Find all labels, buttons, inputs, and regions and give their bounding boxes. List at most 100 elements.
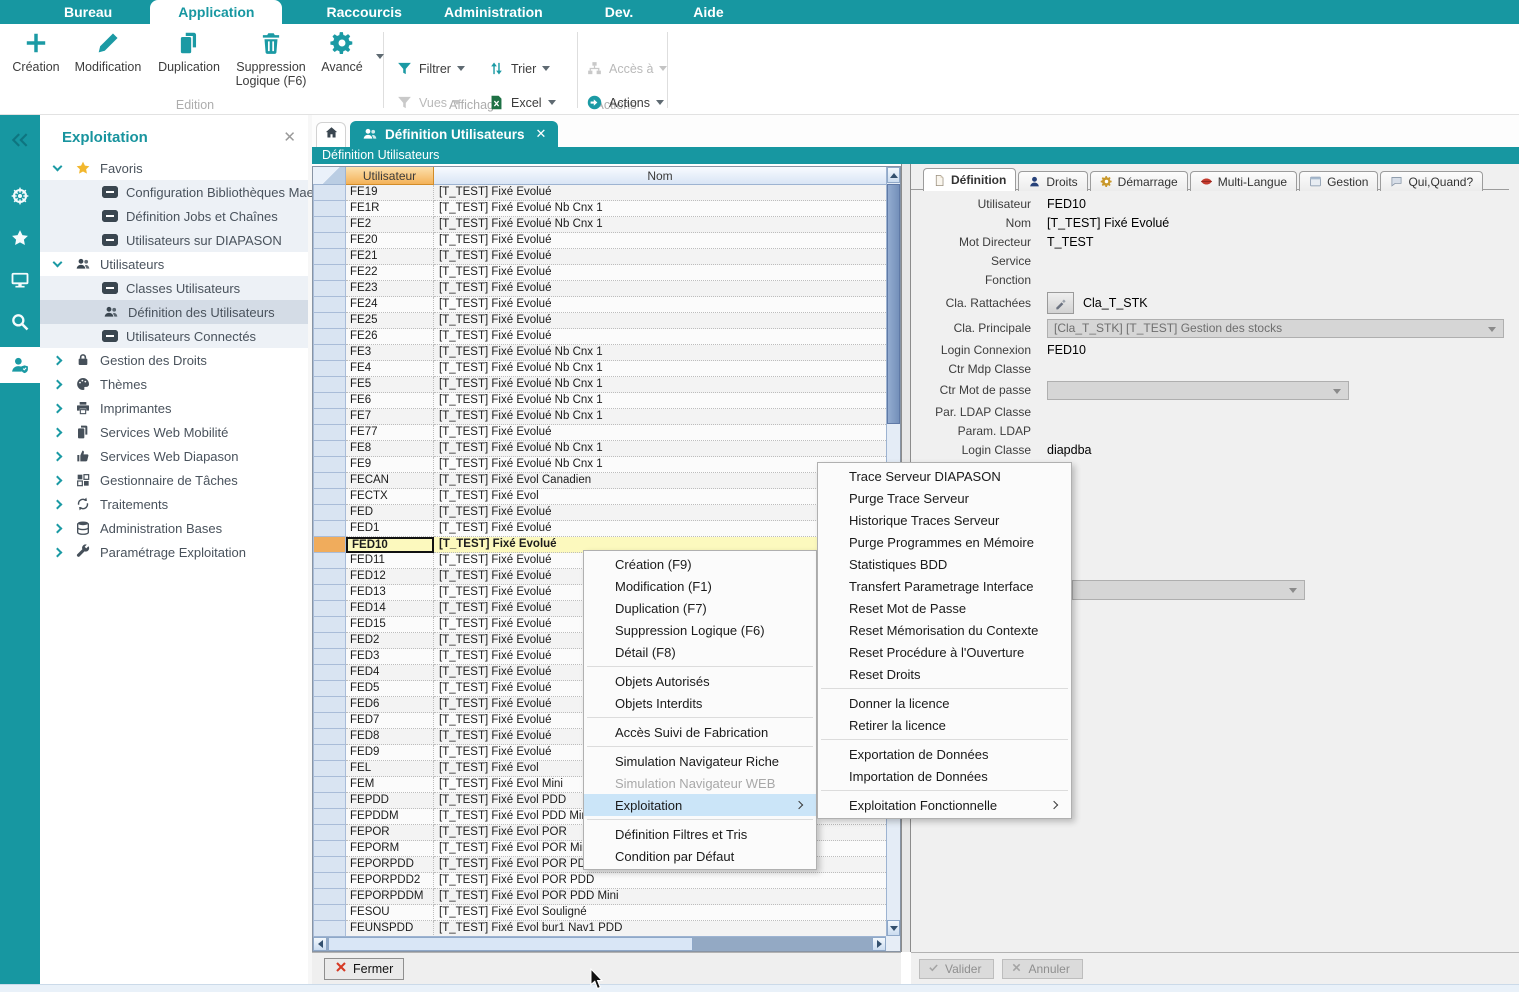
menu-item-statistiques-bdd[interactable]: Statistiques BDD [818, 553, 1071, 575]
sidebar-item-th-mes[interactable]: Thèmes [40, 372, 308, 396]
chevron-right-icon[interactable] [53, 475, 63, 485]
horizontal-scroll-thumb[interactable] [328, 937, 693, 951]
row-selector[interactable] [313, 777, 346, 793]
row-selector[interactable] [313, 521, 346, 537]
table-row[interactable]: FE3[T_TEST] Fixé Evolué Nb Cnx 1 [313, 345, 886, 361]
row-selector[interactable] [313, 537, 346, 553]
row-selector[interactable] [313, 217, 346, 233]
close-icon[interactable]: ✕ [536, 126, 547, 142]
row-selector[interactable] [313, 345, 346, 361]
menu-raccourcis[interactable]: Raccourcis [310, 0, 417, 24]
chevron-down-icon[interactable] [548, 100, 556, 105]
field-select[interactable]: [Cla_T_STK] [T_TEST] Gestion des stocks [1047, 319, 1504, 338]
menu-administration[interactable]: Administration [428, 0, 559, 24]
menu-item-simulation-navigateur-riche[interactable]: Simulation Navigateur Riche [584, 750, 816, 772]
menu-item-reset-m-morisation-du-contexte[interactable]: Reset Mémorisation du Contexte [818, 619, 1071, 641]
row-selector[interactable] [313, 761, 346, 777]
row-selector[interactable] [313, 665, 346, 681]
table-row[interactable]: FE22[T_TEST] Fixé Evolué [313, 265, 886, 281]
ribbon-trash-button[interactable]: Suppression Logique (F6) [228, 30, 314, 88]
sidebar-item-utilisateurs-connect-s[interactable]: Utilisateurs Connectés [40, 324, 308, 348]
tab-d-marrage[interactable]: Démarrage [1090, 171, 1188, 191]
row-selector[interactable] [313, 185, 346, 201]
sidebar-item-configuration-biblioth-ques-maestro[interactable]: Configuration Bibliothèques Maestro [40, 180, 308, 204]
table-row[interactable]: FE5[T_TEST] Fixé Evolué Nb Cnx 1 [313, 377, 886, 393]
menu-item-simulation-navigateur-web[interactable]: Simulation Navigateur WEB [584, 772, 816, 794]
table-row[interactable]: FE26[T_TEST] Fixé Evolué [313, 329, 886, 345]
row-selector[interactable] [313, 617, 346, 633]
sidebar-item-traitements[interactable]: Traitements [40, 492, 308, 516]
table-row[interactable]: FED[T_TEST] Fixé Evolué [313, 505, 886, 521]
rail-usershield-icon[interactable] [0, 347, 40, 383]
row-selector[interactable] [313, 505, 346, 521]
sidebar-item-param-trage-exploitation[interactable]: Paramétrage Exploitation [40, 540, 308, 564]
tab-definition-utilisateurs[interactable]: Définition Utilisateurs ✕ [350, 121, 558, 147]
row-selector[interactable] [313, 633, 346, 649]
menu-item-suppression-logique-f6-[interactable]: Suppression Logique (F6) [584, 619, 816, 641]
sidebar-item-administration-bases[interactable]: Administration Bases [40, 516, 308, 540]
sidebar-item-d-finition-jobs-et-cha-nes[interactable]: Définition Jobs et Chaînes [40, 204, 308, 228]
menu-item-importation-de-donn-es[interactable]: Importation de Données [818, 765, 1071, 787]
sidebar-item-imprimantes[interactable]: Imprimantes [40, 396, 308, 420]
menu-item-d-finition-filtres-et-tris[interactable]: Définition Filtres et Tris [584, 823, 816, 845]
fermer-button[interactable]: Fermer [324, 958, 404, 980]
row-selector[interactable] [313, 857, 346, 873]
ribbon-actions-button[interactable]: Actions [586, 94, 664, 111]
sidebar-item-favoris[interactable]: Favoris [40, 156, 308, 180]
menu-bureau[interactable]: Bureau [48, 0, 128, 24]
ribbon-plus-button[interactable]: Création [10, 30, 62, 74]
chevron-down-icon[interactable] [453, 100, 461, 105]
row-selector[interactable] [313, 921, 346, 936]
menu-item-reset-droits[interactable]: Reset Droits [818, 663, 1071, 685]
row-selector[interactable] [313, 297, 346, 313]
rail-wheel-icon[interactable] [0, 179, 40, 213]
table-row[interactable]: FE1R[T_TEST] Fixé Evolué Nb Cnx 1 [313, 201, 886, 217]
menu-item-exploitation-fonctionnelle[interactable]: Exploitation Fonctionnelle [818, 794, 1071, 816]
chevron-down-icon[interactable] [656, 100, 664, 105]
row-selector[interactable] [313, 313, 346, 329]
table-row[interactable]: FE2[T_TEST] Fixé Evolué Nb Cnx 1 [313, 217, 886, 233]
row-selector[interactable] [313, 793, 346, 809]
row-selector[interactable] [313, 361, 346, 377]
menu-item-trace-serveur-diapason[interactable]: Trace Serveur DIAPASON [818, 465, 1071, 487]
vertical-scroll-thumb[interactable] [887, 184, 900, 424]
scroll-down-button[interactable] [887, 920, 900, 936]
chevron-down-icon[interactable] [457, 66, 465, 71]
menu-aide[interactable]: Aide [677, 0, 739, 24]
row-selector[interactable] [313, 233, 346, 249]
row-selector[interactable] [313, 281, 346, 297]
column-header-utilisateur[interactable]: Utilisateur [346, 167, 434, 185]
chevron-right-icon[interactable] [53, 523, 63, 533]
row-selector[interactable] [313, 553, 346, 569]
menu-item-reset-proc-dure-l-ouverture[interactable]: Reset Procédure à l'Ouverture [818, 641, 1071, 663]
row-selector[interactable] [313, 729, 346, 745]
row-selector[interactable] [313, 585, 346, 601]
rail-search-icon[interactable] [0, 305, 40, 339]
row-selector[interactable] [313, 713, 346, 729]
menu-item-objets-autoris-s[interactable]: Objets Autorisés [584, 670, 816, 692]
sidebar-item-services-web-mobilit-[interactable]: Services Web Mobilité [40, 420, 308, 444]
scroll-up-button[interactable] [887, 167, 900, 183]
table-row[interactable]: FECAN[T_TEST] Fixé Evol Canadien [313, 473, 886, 489]
table-row[interactable]: FEPORPDD2[T_TEST] Fixé Evol POR PDD [313, 873, 886, 889]
rail-collapse-icon[interactable] [0, 123, 40, 157]
menu-item-exploitation[interactable]: Exploitation [584, 794, 816, 816]
table-row[interactable]: FE23[T_TEST] Fixé Evolué [313, 281, 886, 297]
sidebar-item-gestionnaire-de-t-ches[interactable]: Gestionnaire de Tâches [40, 468, 308, 492]
field-select[interactable] [1047, 381, 1349, 400]
row-selector[interactable] [313, 201, 346, 217]
row-selector[interactable] [313, 681, 346, 697]
menu-item-objets-interdits[interactable]: Objets Interdits [584, 692, 816, 714]
row-selector[interactable] [313, 649, 346, 665]
row-selector[interactable] [313, 841, 346, 857]
chevron-down-icon[interactable] [53, 258, 63, 268]
scroll-right-button[interactable] [872, 937, 886, 951]
row-selector[interactable] [313, 745, 346, 761]
chevron-right-icon[interactable] [53, 547, 63, 557]
table-row[interactable]: FEPORPDDM[T_TEST] Fixé Evol POR PDD Mini [313, 889, 886, 905]
table-row[interactable]: FE8[T_TEST] Fixé Evolué Nb Cnx 1 [313, 441, 886, 457]
table-row[interactable]: FE77[T_TEST] Fixé Evolué [313, 425, 886, 441]
ribbon-copy-button[interactable]: Duplication [152, 30, 226, 74]
row-selector[interactable] [313, 873, 346, 889]
ribbon-excel-button[interactable]: Excel [488, 94, 556, 111]
